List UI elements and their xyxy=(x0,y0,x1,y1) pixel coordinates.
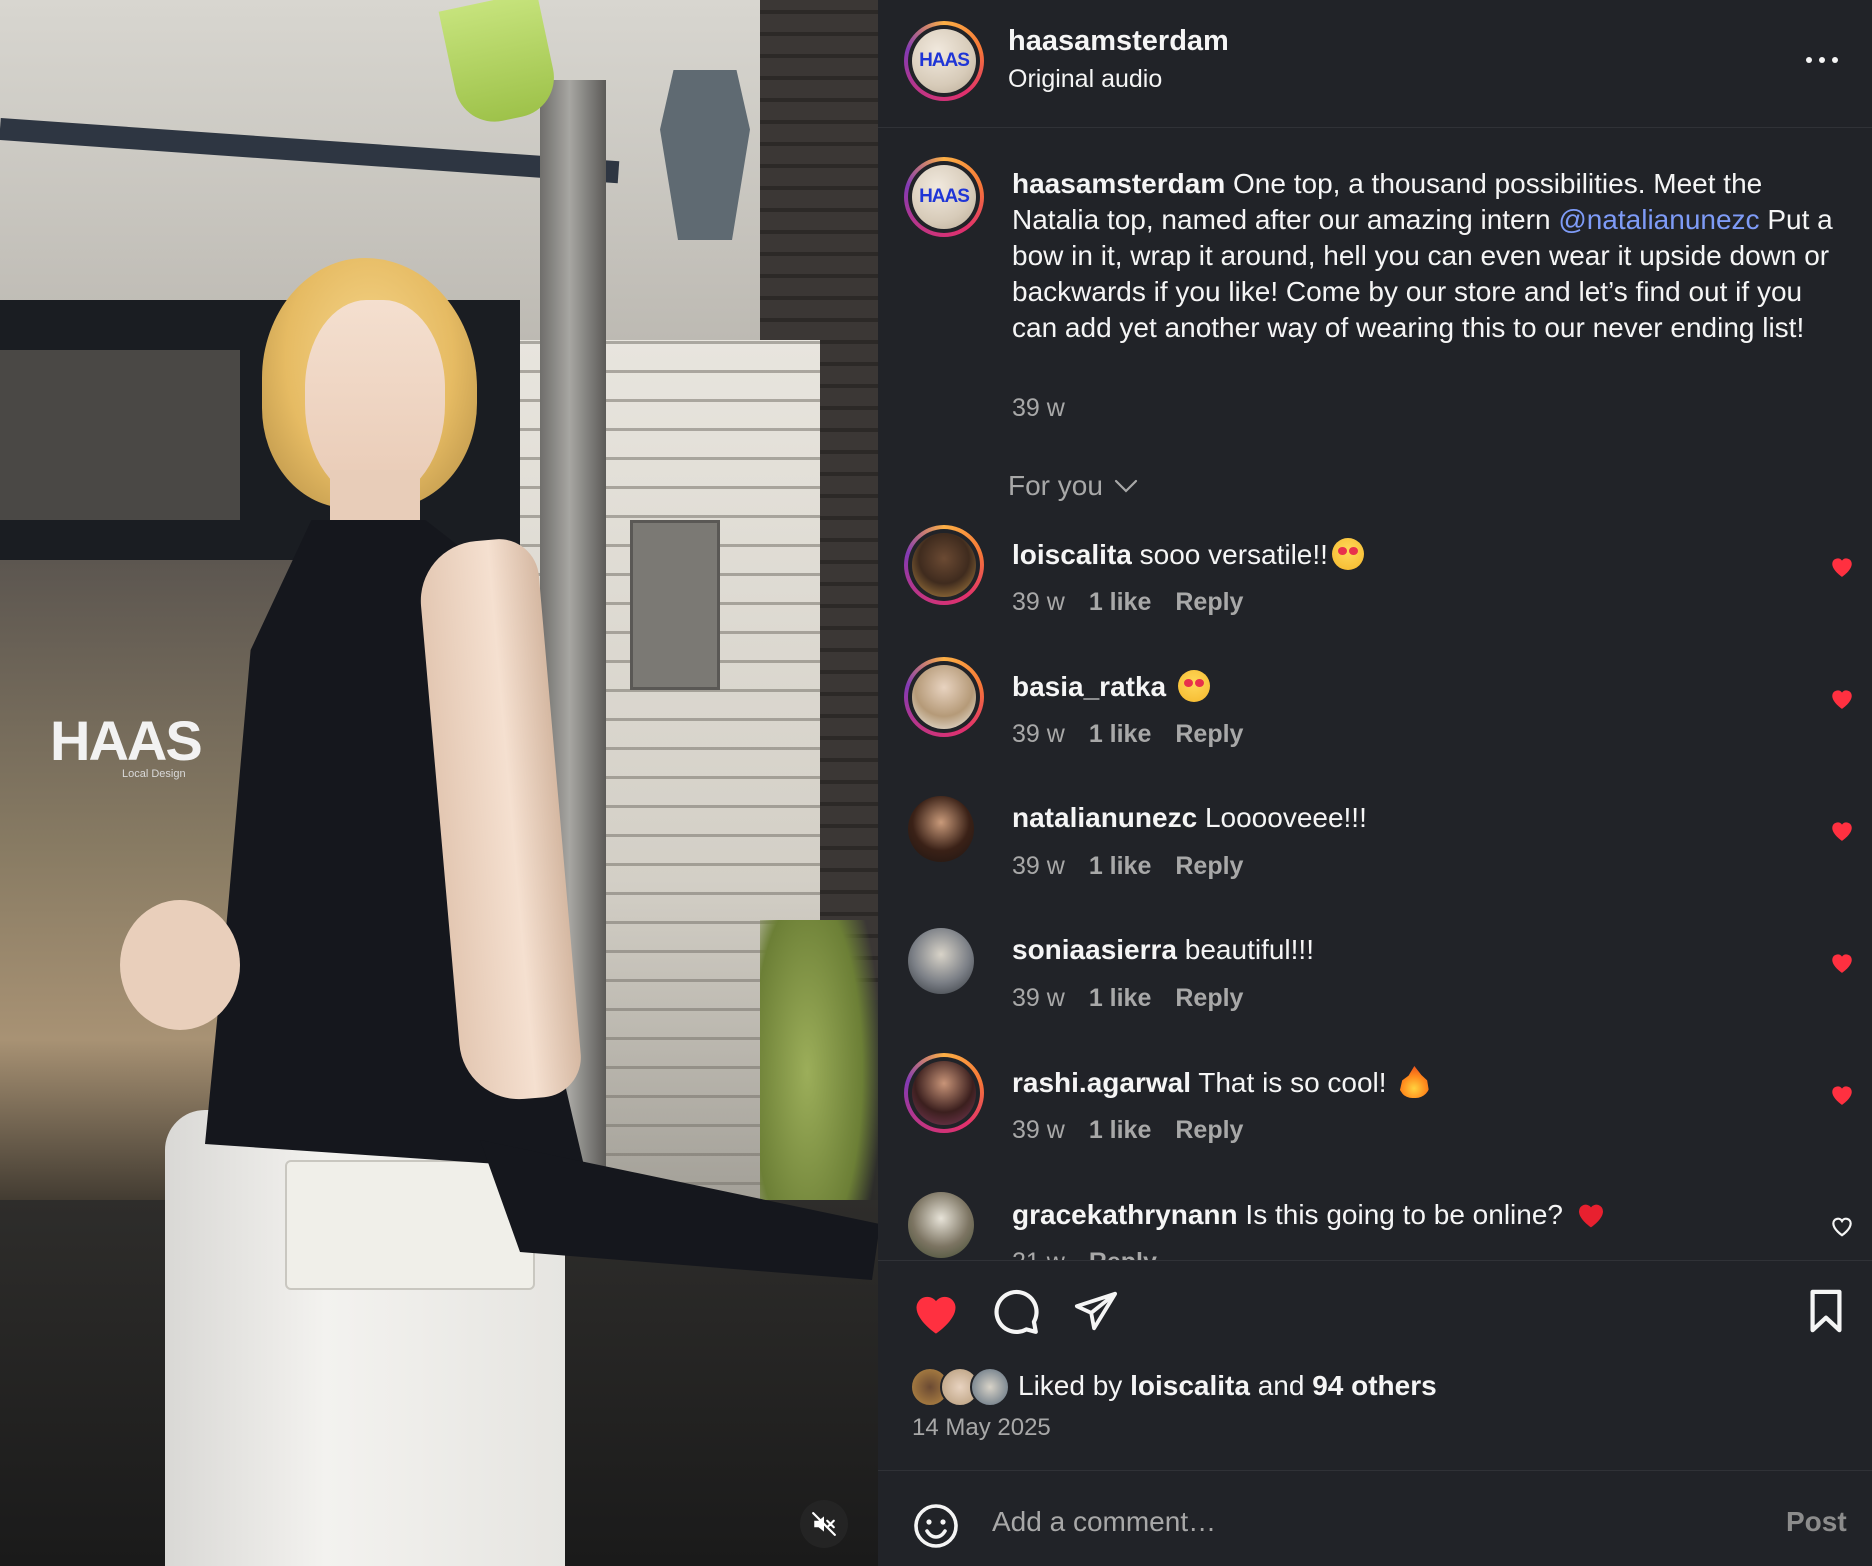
comment-avatar[interactable] xyxy=(908,1192,974,1258)
comment-time: 39 w xyxy=(1012,852,1065,880)
reply-button[interactable]: Reply xyxy=(1175,588,1243,617)
reply-button[interactable]: Reply xyxy=(1175,1116,1243,1145)
audio-label[interactable]: Original audio xyxy=(1008,65,1162,94)
comment-time: 39 w xyxy=(1012,720,1065,748)
heart-eyes-emoji xyxy=(1331,538,1364,570)
comment-meta: 21 w Reply xyxy=(1012,1248,1157,1260)
comment-likes[interactable]: 1 like xyxy=(1089,984,1152,1013)
comment-text: gracekathrynann Is this going to be onli… xyxy=(1012,1198,1607,1231)
comment-avatar[interactable] xyxy=(908,928,974,994)
comment-like-heart-outline-icon[interactable] xyxy=(1829,1214,1855,1238)
caption-avatar[interactable]: HAAS xyxy=(904,157,984,237)
comment-meta: 39 w 1 like Reply xyxy=(1012,720,1243,749)
comment-username[interactable]: basia_ratka xyxy=(1012,671,1166,702)
bookmark-icon[interactable] xyxy=(1804,1288,1848,1334)
comment-like-heart-icon[interactable] xyxy=(1829,686,1855,710)
comment-time: 39 w xyxy=(1012,588,1065,616)
dot-icon xyxy=(1819,57,1825,63)
comment-like-heart-icon[interactable] xyxy=(1829,950,1855,974)
comment-like-heart-icon[interactable] xyxy=(1829,818,1855,842)
comment-text: soniaasierra beautiful!!! xyxy=(1012,934,1314,965)
comment-avatar[interactable] xyxy=(904,657,984,737)
author-avatar[interactable]: HAAS xyxy=(904,21,984,101)
chevron-down-icon xyxy=(1114,479,1138,493)
comment-meta: 39 w 1 like Reply xyxy=(1012,852,1243,881)
comment-username[interactable]: natalianunezc xyxy=(1012,802,1197,833)
comment-username[interactable]: loiscalita xyxy=(1012,539,1132,570)
caption-avatar-image: HAAS xyxy=(912,165,976,229)
heart-eyes-emoji xyxy=(1177,670,1210,702)
reply-button[interactable]: Reply xyxy=(1175,852,1243,881)
model-hand xyxy=(120,900,240,1030)
like-heart-icon[interactable] xyxy=(910,1288,962,1336)
more-options-button[interactable] xyxy=(1800,40,1844,80)
comment-text: loiscalita sooo versatile!! xyxy=(1012,538,1364,571)
emoji-picker-icon[interactable] xyxy=(912,1502,960,1550)
divider xyxy=(878,1470,1872,1471)
post-caption: haasamsterdam One top, a thousand possib… xyxy=(1012,166,1842,346)
comment-username[interactable]: soniaasierra xyxy=(1012,934,1177,965)
post-comment-button[interactable]: Post xyxy=(1786,1506,1847,1538)
caption-mention[interactable]: @natalianunezc xyxy=(1558,204,1759,235)
comment-meta: 39 w 1 like Reply xyxy=(1012,588,1243,617)
caption-username[interactable]: haasamsterdam xyxy=(1012,168,1225,199)
comment-likes[interactable]: 1 like xyxy=(1089,852,1152,881)
comment-text: rashi.agarwal That is so cool! xyxy=(1012,1066,1430,1099)
comment-username[interactable]: gracekathrynann xyxy=(1012,1199,1238,1230)
comment-text: basia_ratka xyxy=(1012,670,1210,703)
comment-meta: 39 w 1 like Reply xyxy=(1012,984,1243,1013)
shop-window-blind xyxy=(0,350,240,520)
comment-like-heart-icon[interactable] xyxy=(1829,554,1855,578)
comment-filter-label: For you xyxy=(1008,470,1103,501)
liked-by[interactable]: Liked by loiscalita and 94 others xyxy=(1018,1370,1437,1402)
liked-by-others[interactable]: 94 others xyxy=(1312,1370,1437,1401)
speaker-muted-icon xyxy=(812,1512,836,1536)
comment-likes[interactable]: 1 like xyxy=(1089,588,1152,617)
dot-icon xyxy=(1806,57,1812,63)
author-avatar-image: HAAS xyxy=(912,29,976,93)
comment-text: natalianunezc Looooveee!!! xyxy=(1012,802,1367,833)
comment-like-heart-icon[interactable] xyxy=(1829,1082,1855,1106)
reply-button[interactable]: Reply xyxy=(1089,1248,1157,1260)
caption-timestamp[interactable]: 39 w xyxy=(1012,394,1065,423)
comment-time: 21 w xyxy=(1012,1248,1065,1260)
liker-avatars[interactable] xyxy=(910,1367,1015,1407)
post-date[interactable]: 14 May 2025 xyxy=(912,1414,1051,1442)
liked-by-user[interactable]: loiscalita xyxy=(1130,1370,1250,1401)
reply-button[interactable]: Reply xyxy=(1175,720,1243,749)
comment-time: 39 w xyxy=(1012,984,1065,1012)
comment-likes[interactable]: 1 like xyxy=(1089,720,1152,749)
comment-icon[interactable] xyxy=(991,1286,1041,1336)
comment-meta: 39 w 1 like Reply xyxy=(1012,1116,1243,1145)
storefront-logo: HAAS xyxy=(50,709,203,772)
comment-input[interactable]: Add a comment… xyxy=(992,1506,1216,1538)
comment-username[interactable]: rashi.agarwal xyxy=(1012,1067,1191,1098)
share-icon[interactable] xyxy=(1072,1288,1120,1334)
post-video[interactable]: HAAS Local Design xyxy=(0,0,878,1566)
fire-emoji xyxy=(1399,1066,1429,1098)
comment-avatar[interactable] xyxy=(904,1053,984,1133)
comment-avatar[interactable] xyxy=(904,525,984,605)
liker-avatar xyxy=(970,1367,1010,1407)
storefront-sub: Local Design xyxy=(122,768,186,780)
comment-avatar[interactable] xyxy=(908,796,974,862)
utility-box xyxy=(630,520,720,690)
comment-filter-dropdown[interactable]: For you xyxy=(1008,470,1139,502)
dot-icon xyxy=(1832,57,1838,63)
post-header xyxy=(878,0,1872,128)
comment-likes[interactable]: 1 like xyxy=(1089,1116,1152,1145)
divider xyxy=(878,1260,1872,1261)
reply-button[interactable]: Reply xyxy=(1175,984,1243,1013)
comments-list[interactable]: loiscalita sooo versatile!! 39 w 1 like Re… xyxy=(878,520,1872,1260)
comment-time: 39 w xyxy=(1012,1116,1065,1144)
author-username[interactable]: haasamsterdam xyxy=(1008,25,1229,58)
mute-button[interactable] xyxy=(800,1500,848,1548)
red-heart-emoji xyxy=(1578,1204,1603,1228)
